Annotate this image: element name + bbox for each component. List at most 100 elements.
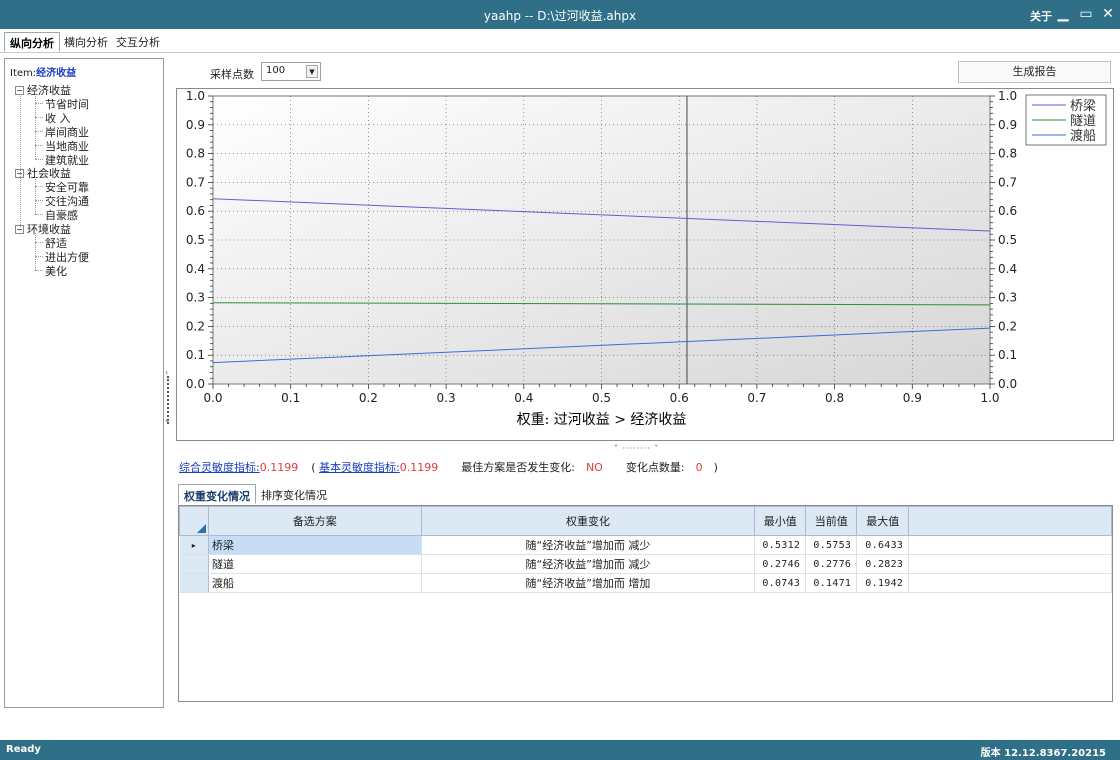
- cell-max[interactable]: 0.1942: [856, 573, 910, 593]
- x-tick-label: 0.7: [747, 391, 766, 405]
- close-icon[interactable]: ✕: [1098, 4, 1118, 24]
- tab-rank-change[interactable]: 排序变化情况: [256, 484, 332, 504]
- cell-filler: [908, 554, 1112, 574]
- generate-report-button[interactable]: 生成报告: [958, 61, 1111, 83]
- tab-horizontal-analysis[interactable]: 横向分析: [59, 32, 113, 52]
- horizontal-splitter[interactable]: ˅ ········ ˅: [614, 444, 659, 453]
- y2-tick-label: 0.7: [998, 175, 1017, 189]
- tree-connector: [35, 144, 43, 146]
- y2-tick-label: 0.1: [998, 348, 1017, 362]
- status-bar: Ready 版本 12.12.8367.20215: [0, 740, 1120, 760]
- x-tick-label: 0.9: [903, 391, 922, 405]
- cell-current[interactable]: 0.5753: [805, 535, 858, 555]
- column-header-max[interactable]: 最大值: [856, 506, 910, 536]
- y-tick-label: 0.0: [186, 377, 205, 391]
- y-tick-label: 0.7: [186, 175, 205, 189]
- row-marker-icon[interactable]: [179, 554, 209, 574]
- collapse-left-icon-2[interactable]: ‹: [165, 416, 168, 425]
- cell-weight-change[interactable]: 随“经济收益”增加而 减少: [421, 535, 756, 555]
- sample-count-select[interactable]: 100 ▼: [261, 62, 321, 81]
- table-row[interactable]: ▸ 桥梁 随“经济收益”增加而 减少 0.5312 0.5753 0.6433: [179, 535, 1112, 555]
- cell-alternative[interactable]: 渡船: [208, 573, 422, 593]
- column-header-current[interactable]: 当前值: [805, 506, 858, 536]
- sample-count-label: 采样点数: [210, 68, 254, 81]
- tree-connector: [35, 177, 36, 215]
- cell-current[interactable]: 0.2776: [805, 554, 858, 574]
- x-tick-label: 0.5: [592, 391, 611, 405]
- cell-alternative[interactable]: 隧道: [208, 554, 422, 574]
- x-axis-label: 权重: 过河收益 > 经济收益: [517, 412, 687, 428]
- legend-label: 渡船: [1070, 128, 1096, 144]
- tree-connector: [35, 130, 43, 132]
- column-header-min[interactable]: 最小值: [754, 506, 807, 536]
- table-row[interactable]: 隧道 随“经济收益”增加而 减少 0.2746 0.2776 0.2823: [179, 554, 1112, 574]
- tree-node-label: 美化: [45, 264, 67, 278]
- y2-tick-label: 0.8: [998, 147, 1017, 161]
- cell-filler: [908, 573, 1112, 593]
- y-tick-label: 0.1: [186, 348, 205, 362]
- y-tick-label: 0.6: [186, 204, 205, 218]
- maximize-icon[interactable]: ▭: [1076, 4, 1096, 24]
- cell-current[interactable]: 0.1471: [805, 573, 858, 593]
- tab-interactive-analysis[interactable]: 交互分析: [111, 32, 165, 52]
- column-header-alternative[interactable]: 备选方案: [207, 506, 422, 536]
- y-tick-label: 0.8: [186, 147, 205, 161]
- y-tick-label: 1.0: [186, 89, 205, 103]
- criteria-tree-pane: Item:经济收益 − 经济收益 节省时间收 入岸间商业 当地商业 建筑就业 − 社会收益安…: [4, 58, 164, 708]
- about-menu[interactable]: 关于: [1030, 8, 1052, 24]
- composite-sensitivity-value: 0.1199: [259, 461, 299, 474]
- item-prefix: Item:: [10, 68, 37, 79]
- table-row[interactable]: 渡船 随“经济收益”增加而 增加 0.0743 0.1471 0.1942: [179, 573, 1112, 593]
- minimize-icon[interactable]: ▁: [1053, 4, 1073, 24]
- cell-max[interactable]: 0.6433: [856, 535, 910, 555]
- status-text: Ready: [6, 744, 41, 755]
- y-tick-label: 0.2: [186, 319, 205, 333]
- select-all-corner[interactable]: [179, 506, 209, 536]
- tree-connector: [35, 200, 43, 202]
- vertical-splitter[interactable]: ‹ ‹: [165, 58, 171, 738]
- open-paren: (: [311, 461, 316, 474]
- column-header-weight-change[interactable]: 权重变化: [420, 506, 756, 536]
- x-tick-label: 0.4: [514, 391, 533, 405]
- cell-weight-change[interactable]: 随“经济收益”增加而 减少: [421, 554, 756, 574]
- row-marker-icon[interactable]: [179, 573, 209, 593]
- row-marker-icon[interactable]: ▸: [179, 535, 209, 555]
- column-header-filler: [908, 506, 1112, 536]
- legend-label: 桥梁: [1070, 99, 1096, 114]
- cell-min[interactable]: 0.2746: [754, 554, 807, 574]
- x-tick-label: 1.0: [980, 391, 999, 405]
- table-header-row: 备选方案 权重变化 最小值 当前值 最大值: [179, 506, 1112, 536]
- cell-max[interactable]: 0.2823: [856, 554, 910, 574]
- cell-filler: [908, 535, 1112, 555]
- tree-connector: [20, 94, 21, 227]
- tree-connector: [35, 102, 43, 104]
- best-change-value: NO: [585, 461, 603, 474]
- sample-count-value: 100: [266, 65, 286, 76]
- cell-alternative[interactable]: 桥梁: [208, 535, 422, 555]
- y2-tick-label: 1.0: [998, 89, 1017, 103]
- cell-min[interactable]: 0.0743: [754, 573, 807, 593]
- tree-connector: [35, 94, 36, 159]
- y2-tick-label: 0.0: [998, 377, 1017, 391]
- tree-connector: [35, 255, 43, 257]
- window-title: yaahp -- D:\过河收益.ahpx: [483, 9, 637, 23]
- cell-min[interactable]: 0.5312: [754, 535, 807, 555]
- tree-connector: [35, 269, 43, 271]
- chevron-down-icon[interactable]: ▼: [306, 65, 318, 78]
- composite-sensitivity-link[interactable]: 综合灵敏度指标:: [179, 461, 260, 474]
- weight-change-grid: 备选方案 权重变化 最小值 当前值 最大值 ▸ 桥梁 随“经济收益”增加而 减少 0.…: [178, 505, 1113, 702]
- y-tick-label: 0.3: [186, 291, 205, 305]
- x-tick-label: 0.0: [203, 391, 222, 405]
- tab-weight-change[interactable]: 权重变化情况: [178, 484, 256, 504]
- item-value: 经济收益: [36, 68, 77, 79]
- y-tick-label: 0.5: [186, 233, 205, 247]
- results-table: 备选方案 权重变化 最小值 当前值 最大值 ▸ 桥梁 随“经济收益”增加而 减少 0.…: [179, 506, 1112, 593]
- close-paren: ): [713, 461, 718, 474]
- x-tick-label: 0.1: [281, 391, 300, 405]
- cell-weight-change[interactable]: 随“经济收益”增加而 增加: [421, 573, 756, 593]
- tree-leaf-node[interactable]: 美化: [45, 263, 67, 279]
- tab-vertical-analysis[interactable]: 纵向分析: [4, 32, 60, 52]
- basic-sensitivity-link[interactable]: 基本灵敏度指标:: [319, 461, 400, 474]
- y-tick-label: 0.4: [186, 262, 205, 276]
- x-tick-label: 0.8: [825, 391, 844, 405]
